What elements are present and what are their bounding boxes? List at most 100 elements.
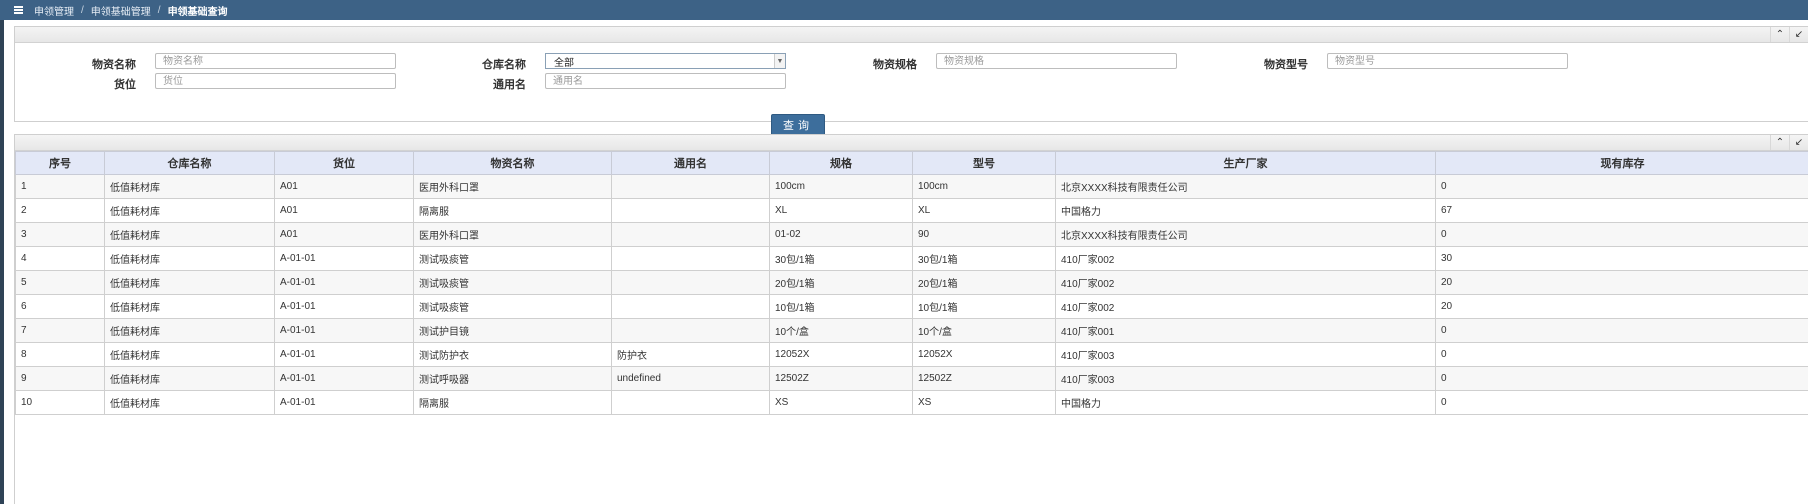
column-header[interactable]: 现有库存 xyxy=(1435,151,1808,175)
table-cell: XL xyxy=(769,198,913,223)
table-cell: 2 xyxy=(15,198,105,223)
table-cell: 低值耗材库 xyxy=(104,174,275,199)
table-row[interactable]: 2 低值耗材库 A01 隔离服 XL XL 中国格力 67 xyxy=(15,198,1808,223)
table-cell: 低值耗材库 xyxy=(104,342,275,367)
table-cell: 410厂家003 xyxy=(1055,342,1436,367)
wuzi-guige-label: 物资规格 xyxy=(873,59,917,71)
breadcrumb-current: 申领基础查询 xyxy=(167,6,228,18)
huowei-label: 货位 xyxy=(114,79,136,91)
table-cell: 01-02 xyxy=(769,222,913,247)
table-row[interactable]: 1 低值耗材库 A01 医用外科口罩 100cm 100cm 北京XXXX科技有限责任公司 0 xyxy=(15,174,1808,199)
table-row[interactable]: 9 低值耗材库 A-01-01 测试呼吸器 undefined 12502Z 12502Z 4… xyxy=(15,366,1808,391)
table-cell: 0 xyxy=(1435,366,1808,391)
table-cell: 5 xyxy=(15,270,105,295)
table-cell xyxy=(611,270,770,295)
table-cell: 20包/1箱 xyxy=(912,270,1056,295)
table-cell: 100cm xyxy=(912,174,1056,199)
table-cell: 北京XXXX科技有限责任公司 xyxy=(1055,174,1436,199)
table-cell xyxy=(611,294,770,319)
table-cell: 测试吸痰管 xyxy=(413,246,612,271)
table-cell: 低值耗材库 xyxy=(104,390,275,415)
breadcrumb-item[interactable]: 申领基础管理 xyxy=(91,3,151,18)
table-cell: 7 xyxy=(15,318,105,343)
table-cell: 12052X xyxy=(769,342,913,367)
table-cell: 410厂家003 xyxy=(1055,366,1436,391)
cangku-mingcheng-select[interactable]: 全部 ▼ xyxy=(545,53,786,69)
table-cell: 0 xyxy=(1435,174,1808,199)
table-cell: 410厂家001 xyxy=(1055,318,1436,343)
table-cell: 20 xyxy=(1435,294,1808,319)
column-header[interactable]: 通用名 xyxy=(611,151,770,175)
chevron-up-icon[interactable]: ⌃ xyxy=(1770,27,1789,42)
table-row[interactable]: 10 低值耗材库 A-01-01 隔离服 XS XS 中国格力 0 xyxy=(15,390,1808,415)
table-cell: 9 xyxy=(15,366,105,391)
table-cell: 北京XXXX科技有限责任公司 xyxy=(1055,222,1436,247)
wuzi-guige-input[interactable] xyxy=(936,53,1177,69)
table-cell: 医用外科口罩 xyxy=(413,222,612,247)
table-cell: 10包/1箱 xyxy=(769,294,913,319)
table-cell: 410厂家002 xyxy=(1055,246,1436,271)
table-cell: 测试吸痰管 xyxy=(413,270,612,295)
wuzi-mingcheng-label: 物资名称 xyxy=(92,59,136,71)
table-cell: 1 xyxy=(15,174,105,199)
table-cell: 医用外科口罩 xyxy=(413,174,612,199)
table-cell: 6 xyxy=(15,294,105,319)
table-cell: A-01-01 xyxy=(274,318,414,343)
expand-icon[interactable]: ↙ xyxy=(1789,135,1808,150)
result-panel-header: ⌃ ↙ xyxy=(15,135,1808,151)
table-cell xyxy=(611,222,770,247)
column-header[interactable]: 型号 xyxy=(912,151,1056,175)
chevron-up-icon[interactable]: ⌃ xyxy=(1770,135,1789,150)
table-cell: 3 xyxy=(15,222,105,247)
expand-icon[interactable]: ↙ xyxy=(1789,27,1808,42)
table-row[interactable]: 3 低值耗材库 A01 医用外科口罩 01-02 90 北京XXXX科技有限责任公司 0 xyxy=(15,222,1808,247)
table-cell: XS xyxy=(912,390,1056,415)
table-cell: A-01-01 xyxy=(274,342,414,367)
table-cell: 低值耗材库 xyxy=(104,318,275,343)
table-cell: 测试吸痰管 xyxy=(413,294,612,319)
table-cell: 90 xyxy=(912,222,1056,247)
table-cell: 20包/1箱 xyxy=(769,270,913,295)
column-header[interactable]: 序号 xyxy=(15,151,105,175)
column-header[interactable]: 生产厂家 xyxy=(1055,151,1436,175)
table-cell xyxy=(611,390,770,415)
top-bar: 申领管理 / 申领基础管理 / 申领基础查询 xyxy=(0,0,1808,20)
table-cell: XS xyxy=(769,390,913,415)
wuzi-mingcheng-input[interactable] xyxy=(155,53,396,69)
table-row[interactable]: 6 低值耗材库 A-01-01 测试吸痰管 10包/1箱 10包/1箱 410厂家002 20 xyxy=(15,294,1808,319)
chevron-down-icon[interactable]: ▼ xyxy=(774,54,785,68)
huowei-input[interactable] xyxy=(155,73,396,89)
table-cell: 中国格力 xyxy=(1055,198,1436,223)
table-cell: 12502Z xyxy=(912,366,1056,391)
table-row[interactable]: 4 低值耗材库 A-01-01 测试吸痰管 30包/1箱 30包/1箱 410厂家002 30 xyxy=(15,246,1808,271)
menu-icon[interactable] xyxy=(14,6,23,14)
column-header[interactable]: 物资名称 xyxy=(413,151,612,175)
wuzi-xinghao-input[interactable] xyxy=(1327,53,1568,69)
column-header[interactable]: 规格 xyxy=(769,151,913,175)
table-cell: 0 xyxy=(1435,222,1808,247)
column-header[interactable]: 仓库名称 xyxy=(104,151,275,175)
table-cell: undefined xyxy=(611,366,770,391)
table-cell: 隔离服 xyxy=(413,390,612,415)
table-header-row: 序号 仓库名称 货位 物资名称 通用名 规格 型号 生产厂家 现有库存 xyxy=(15,151,1808,175)
table-cell: A01 xyxy=(274,222,414,247)
table-cell: 410厂家002 xyxy=(1055,270,1436,295)
column-header[interactable]: 货位 xyxy=(274,151,414,175)
search-panel-header: ⌃ ↙ xyxy=(15,27,1808,43)
table-cell: 低值耗材库 xyxy=(104,198,275,223)
query-button[interactable]: 查询 xyxy=(771,114,825,136)
table-cell: 低值耗材库 xyxy=(104,294,275,319)
table-cell: 100cm xyxy=(769,174,913,199)
tongyongming-input[interactable] xyxy=(545,73,786,89)
table-cell: 0 xyxy=(1435,390,1808,415)
table-cell: 0 xyxy=(1435,318,1808,343)
table-cell: XL xyxy=(912,198,1056,223)
cangku-mingcheng-label: 仓库名称 xyxy=(482,59,526,71)
table-row[interactable]: 5 低值耗材库 A-01-01 测试吸痰管 20包/1箱 20包/1箱 410厂家002 20 xyxy=(15,270,1808,295)
breadcrumb-item[interactable]: 申领管理 xyxy=(34,3,74,18)
table-cell: A-01-01 xyxy=(274,270,414,295)
table-cell: 12052X xyxy=(912,342,1056,367)
wuzi-xinghao-label: 物资型号 xyxy=(1264,59,1308,71)
table-row[interactable]: 7 低值耗材库 A-01-01 测试护目镜 10个/盒 10个/盒 410厂家001 0 xyxy=(15,318,1808,343)
table-row[interactable]: 8 低值耗材库 A-01-01 测试防护衣 防护衣 12052X 12052X 410厂家00… xyxy=(15,342,1808,367)
